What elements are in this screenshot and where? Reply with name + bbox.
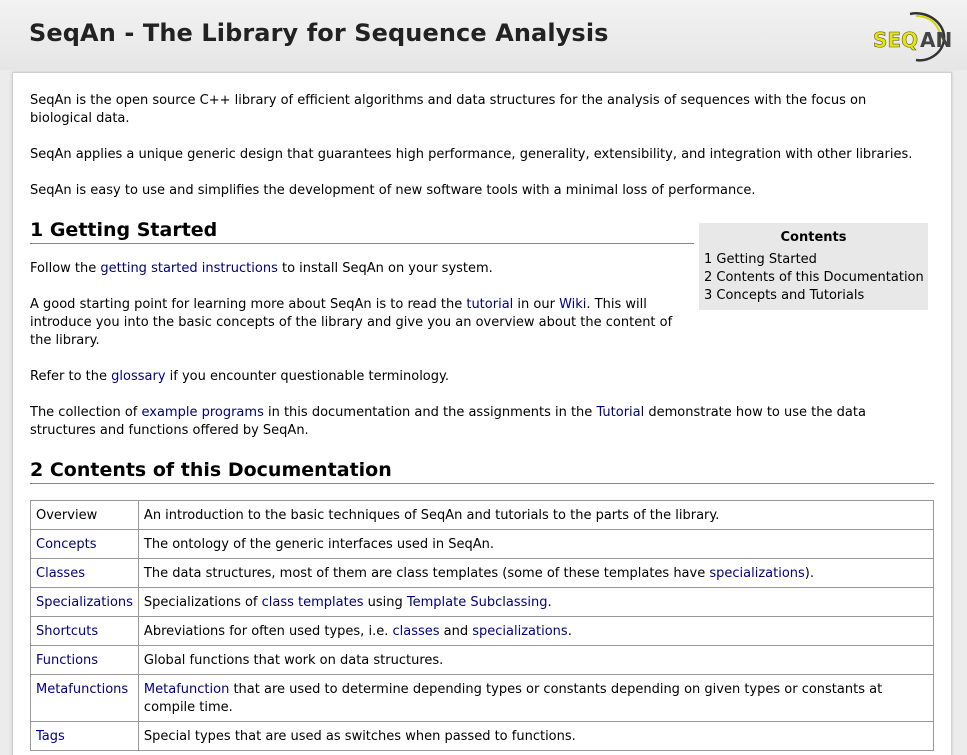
svg-text:SEQ: SEQ [873, 28, 918, 52]
seqan-logo[interactable]: SEQ AN [870, 10, 952, 64]
tutorial-paragraph: A good starting point for learning more … [30, 296, 685, 350]
intro-paragraph-2: SeqAn applies a unique generic design th… [30, 147, 913, 162]
template-subclassing-link[interactable]: Template Subclassing [407, 595, 548, 610]
table-row: Concepts The ontology of the generic int… [30, 529, 935, 559]
shortcuts-link[interactable]: Shortcuts [36, 624, 98, 639]
table-row: Classes The data structures, most of the… [30, 558, 935, 588]
table-row: Tags Special types that are used as swit… [30, 721, 935, 751]
row-name: Specializations [30, 587, 139, 617]
metafunctions-link[interactable]: Metafunctions [36, 682, 128, 697]
row-name: Tags [30, 721, 139, 751]
text-span: in this documentation and the assignment… [263, 405, 597, 420]
row-description: Global functions that work on data struc… [137, 645, 935, 675]
text-span: in our [513, 297, 560, 312]
row-name: Classes [30, 558, 139, 588]
row-description: Special types that are used as switches … [137, 721, 935, 751]
row-name: Metafunctions [30, 674, 139, 722]
getting-started-paragraph: Follow the getting started instructions … [30, 260, 690, 278]
concepts-link[interactable]: Concepts [36, 537, 97, 552]
row-name: Shortcuts [30, 616, 139, 646]
row-description: Metafunction that are used to determine … [137, 674, 935, 722]
text-span: Abreviations for often used types, i.e. [143, 624, 393, 639]
specializations-inline-link[interactable]: specializations [472, 624, 567, 639]
text-span: . [567, 624, 572, 639]
text-span: . [547, 595, 552, 610]
text-span: The collection of [30, 405, 142, 420]
section-heading-contents: 2 Contents of this Documentation [30, 459, 934, 484]
section-heading-getting-started: 1 Getting Started [30, 219, 694, 244]
getting-started-instructions-link[interactable]: getting started instructions [100, 261, 277, 276]
row-description: The ontology of the generic interfaces u… [137, 529, 935, 559]
glossary-link[interactable]: glossary [111, 369, 165, 384]
classes-inline-link[interactable]: classes [392, 624, 439, 639]
example-programs-link[interactable]: example programs [141, 405, 263, 420]
table-of-contents: Contents 1 Getting Started 2 Contents of… [699, 223, 928, 310]
row-description: Specializations of class templates using… [137, 587, 935, 617]
table-row: Metafunctions Metafunction that are used… [30, 674, 935, 722]
row-name: Overview [30, 500, 139, 530]
row-name: Concepts [30, 529, 139, 559]
row-name: Functions [30, 645, 139, 675]
text-span: Follow the [30, 261, 101, 276]
text-span: Specializations of [143, 595, 262, 610]
classes-link[interactable]: Classes [36, 566, 85, 581]
text-span: that are used to determine depending typ… [143, 682, 883, 715]
glossary-paragraph: Refer to the glossary if you encounter q… [30, 368, 690, 386]
row-description: The data structures, most of them are cl… [137, 558, 935, 588]
text-span: ). [804, 566, 815, 581]
contents-table: Overview An introduction to the basic te… [30, 500, 935, 751]
text-span: to install SeqAn on your system. [277, 261, 493, 276]
table-row: Specializations Specializations of class… [30, 587, 935, 617]
row-description: Abreviations for often used types, i.e. … [137, 616, 935, 646]
text-span: A good starting point for learning more … [30, 297, 467, 312]
intro-paragraph-1: SeqAn is the open source C++ library of … [30, 93, 867, 126]
text-span: and [439, 624, 473, 639]
svg-text:AN: AN [920, 28, 952, 52]
specializations-row-link[interactable]: Specializations [36, 595, 133, 610]
toc-item-contents[interactable]: 2 Contents of this Documentation [704, 269, 924, 287]
tags-link[interactable]: Tags [36, 729, 65, 744]
text-span: The data structures, most of them are cl… [143, 566, 710, 581]
class-templates-link[interactable]: class templates [262, 595, 364, 610]
table-row: Shortcuts Abreviations for often used ty… [30, 616, 935, 646]
examples-paragraph: The collection of example programs in th… [30, 404, 930, 440]
main-content: SeqAn is the open source C++ library of … [12, 72, 952, 755]
toc-title: Contents [780, 230, 847, 245]
text-span: if you encounter questionable terminolog… [165, 369, 449, 384]
text-span: Refer to the [30, 369, 112, 384]
table-row: Overview An introduction to the basic te… [30, 500, 935, 530]
toc-item-concepts[interactable]: 3 Concepts and Tutorials [704, 287, 864, 305]
row-description: An introduction to the basic techniques … [137, 500, 935, 530]
specializations-link[interactable]: specializations [709, 566, 804, 581]
tutorial-link-2[interactable]: Tutorial [596, 405, 644, 420]
page-header: SeqAn - The Library for Sequence Analysi… [0, 0, 967, 70]
intro-paragraph-3: SeqAn is easy to use and simplifies the … [30, 183, 756, 198]
wiki-link[interactable]: Wiki [559, 297, 586, 312]
tutorial-link[interactable]: tutorial [466, 297, 513, 312]
table-row: Functions Global functions that work on … [30, 645, 935, 675]
site-title: SeqAn - The Library for Sequence Analysi… [29, 19, 609, 47]
toc-item-getting-started[interactable]: 1 Getting Started [704, 251, 817, 269]
text-span: using [363, 595, 407, 610]
metafunction-link[interactable]: Metafunction [144, 682, 229, 697]
functions-link[interactable]: Functions [36, 653, 98, 668]
